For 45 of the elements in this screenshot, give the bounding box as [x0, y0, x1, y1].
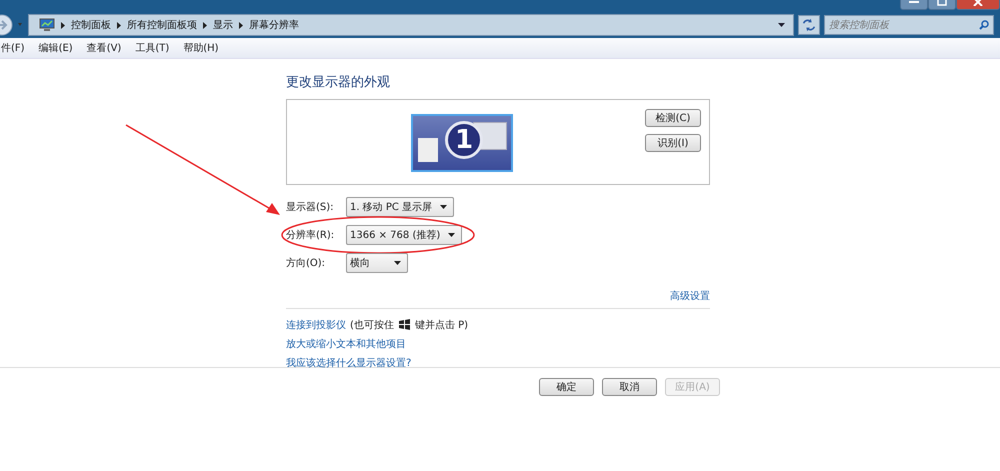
- menu-item[interactable]: 编辑(E): [38, 41, 73, 55]
- dropdown-icon[interactable]: [778, 23, 785, 27]
- refresh-icon[interactable]: [798, 15, 820, 35]
- panel-button[interactable]: 检测(C): [645, 109, 701, 127]
- search-field[interactable]: 搜索控制面板: [824, 15, 994, 35]
- panel-button[interactable]: 识别(I): [645, 134, 701, 152]
- section-heading: 更改显示器的外观: [286, 74, 391, 91]
- setting-label: 分辨率(R):: [286, 228, 336, 242]
- breadcrumb[interactable]: 所有控制面板项: [127, 18, 197, 32]
- caret-icon: [440, 205, 448, 209]
- chevron-icon: [239, 22, 243, 28]
- dropdown[interactable]: 1. 移动 PC 显示屏: [346, 197, 454, 217]
- hint-text: (也可按住: [350, 318, 394, 332]
- windows-logo-icon: [398, 318, 411, 330]
- help-link[interactable]: 放大或缩小文本和其他项目: [286, 336, 406, 350]
- setting-label: 方向(O):: [286, 256, 326, 270]
- help-link[interactable]: 我应该选择什么显示器设置?: [286, 356, 412, 370]
- monitor-drawing[interactable]: 1: [411, 114, 513, 172]
- dropdown[interactable]: 横向: [346, 253, 408, 273]
- menu-item[interactable]: 工具(T): [135, 41, 170, 55]
- caret-icon: [394, 261, 401, 265]
- menu-item[interactable]: 件(F): [1, 41, 25, 55]
- dialog-button[interactable]: 取消: [602, 378, 657, 396]
- control-panel-icon: [39, 18, 55, 32]
- hint-text: 键并点击 P): [414, 318, 468, 332]
- menu-item[interactable]: 帮助(H): [183, 41, 219, 55]
- minimize-icon: [909, 0, 919, 4]
- chevron-icon: [61, 22, 65, 28]
- breadcrumb[interactable]: 屏幕分辨率: [249, 18, 299, 32]
- caret-icon: [448, 233, 456, 237]
- forward-button[interactable]: [0, 13, 24, 37]
- address-bar[interactable]: 控制面板 所有控制面板项 显示 屏幕分辨率: [28, 14, 794, 36]
- close-icon: [973, 0, 983, 6]
- breadcrumb[interactable]: 显示: [213, 18, 233, 32]
- advanced-settings-link[interactable]: 高级设置: [670, 289, 710, 303]
- setting-label: 显示器(S):: [286, 201, 335, 214]
- menu-item[interactable]: 查看(V): [86, 41, 122, 55]
- search-icon: [979, 20, 989, 30]
- chevron-icon: [203, 22, 207, 28]
- breadcrumb[interactable]: 控制面板: [71, 18, 111, 32]
- dialog-button[interactable]: 确定: [539, 378, 594, 396]
- chevron-icon: [117, 22, 121, 28]
- dropdown[interactable]: 1366 × 768 (推荐): [346, 225, 462, 245]
- maximize-icon: [937, 0, 947, 6]
- projector-link[interactable]: 连接到投影仪: [286, 318, 346, 332]
